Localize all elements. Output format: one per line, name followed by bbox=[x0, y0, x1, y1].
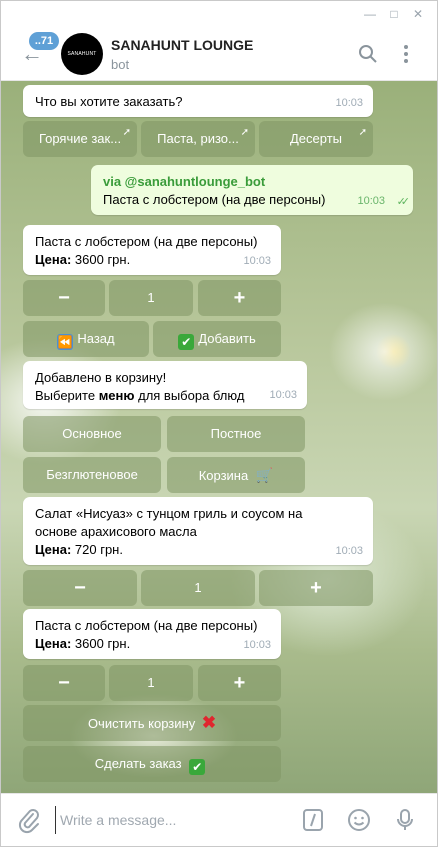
message-text: Выберите bbox=[35, 388, 99, 403]
message-composer bbox=[1, 793, 437, 846]
quantity-value[interactable]: 1 bbox=[141, 570, 255, 606]
decrease-button[interactable]: − bbox=[23, 665, 105, 701]
paperclip-icon[interactable] bbox=[17, 806, 41, 834]
quantity-value[interactable]: 1 bbox=[109, 280, 193, 316]
message-input[interactable] bbox=[55, 806, 285, 834]
message-time: 10:03 bbox=[243, 639, 271, 651]
double-check-icon: ✓✓ bbox=[396, 196, 411, 208]
message-time: 10:03 bbox=[335, 97, 363, 109]
button-label: Добавить bbox=[198, 331, 256, 346]
outgoing-message: via @sanahuntlounge_bot Паста с лобстеро… bbox=[91, 165, 413, 215]
telegram-window: — □ ✕ ← ..71 SANAHUNT LOUNGE SANAHUNT LO… bbox=[0, 0, 438, 847]
message-text: для выбора блюд bbox=[134, 388, 245, 403]
unread-badge: ..71 bbox=[29, 32, 59, 50]
maximize-button[interactable]: □ bbox=[387, 7, 401, 21]
button-label: Горячие зак... bbox=[38, 131, 122, 146]
price-label: Цена: bbox=[35, 252, 72, 267]
decrease-button[interactable]: − bbox=[23, 570, 137, 606]
button-label: Паста, ризо... bbox=[157, 131, 239, 146]
message-text-bold: меню bbox=[98, 388, 135, 403]
red-cross-icon: ✖ bbox=[201, 713, 217, 732]
menu-button-pasta[interactable]: Паста, ризо... ➚ bbox=[141, 121, 255, 157]
price-value: 720 грн. bbox=[71, 542, 123, 557]
chat-header: ← ..71 SANAHUNT LOUNGE SANAHUNT LOUNGE b… bbox=[1, 27, 437, 81]
add-button[interactable]: ✔ Добавить bbox=[153, 321, 281, 357]
message-time: 10:03 bbox=[269, 389, 297, 401]
decrease-button[interactable]: − bbox=[23, 280, 105, 316]
menu-button-hot[interactable]: Горячие зак... ➚ bbox=[23, 121, 137, 157]
increase-button[interactable]: + bbox=[259, 570, 373, 606]
button-label: Назад bbox=[77, 331, 115, 346]
price-value: 3600 грн. bbox=[71, 252, 131, 267]
check-mark-icon: ✔ bbox=[178, 334, 195, 350]
via-bot-label[interactable]: via @sanahuntlounge_bot bbox=[103, 173, 401, 191]
rewind-icon: ⏪ bbox=[57, 334, 74, 350]
share-arrow-icon: ➚ bbox=[358, 127, 367, 138]
chat-title[interactable]: SANAHUNT LOUNGE bbox=[111, 37, 253, 53]
price-label: Цена: bbox=[35, 636, 72, 651]
share-arrow-icon: ➚ bbox=[240, 127, 249, 138]
dish-title: Паста с лобстером (на две персоны) bbox=[35, 618, 258, 633]
quantity-value[interactable]: 1 bbox=[109, 665, 193, 701]
button-label: Корзина bbox=[198, 468, 249, 483]
message-time: 10:03 bbox=[243, 255, 271, 267]
cart-button[interactable]: Корзина 🛒 bbox=[167, 457, 305, 493]
price-label: Цена: bbox=[35, 542, 72, 557]
clear-cart-button[interactable]: Очистить корзину ✖ bbox=[23, 705, 281, 741]
message-time: 10:03 bbox=[335, 545, 363, 557]
menu-button-desserts[interactable]: Десерты ➚ bbox=[259, 121, 373, 157]
dish-message: Паста с лобстером (на две персоны) Цена:… bbox=[23, 609, 281, 659]
search-icon[interactable] bbox=[357, 43, 379, 65]
dish-title: Паста с лобстером (на две персоны) bbox=[35, 234, 258, 249]
category-main-button[interactable]: Основное bbox=[23, 416, 161, 452]
bot-message: Добавлено в корзину! Выберите меню для в… bbox=[23, 361, 307, 409]
smiley-icon[interactable] bbox=[347, 808, 371, 832]
increase-button[interactable]: + bbox=[198, 280, 281, 316]
dish-message: Салат «Нисуаз» с тунцом гриль и соусом н… bbox=[23, 497, 373, 565]
share-arrow-icon: ➚ bbox=[122, 127, 131, 138]
back-button[interactable]: ⏪ Назад bbox=[23, 321, 149, 357]
button-label: Десерты bbox=[289, 131, 342, 146]
price-value: 3600 грн. bbox=[71, 636, 131, 651]
dish-message: Паста с лобстером (на две персоны) Цена:… bbox=[23, 225, 281, 275]
minimize-button[interactable]: — bbox=[363, 7, 377, 21]
dish-title: Салат «Нисуаз» с тунцом гриль и соусом н… bbox=[35, 506, 303, 539]
category-gluten-free-button[interactable]: Безглютеновое bbox=[23, 457, 161, 493]
message-text: Добавлено в корзину! bbox=[35, 370, 167, 385]
bot-message: Что вы хотите заказать? 10:03 bbox=[23, 85, 373, 117]
more-vertical-icon[interactable] bbox=[395, 43, 417, 65]
message-list[interactable]: Что вы хотите заказать? 10:03 Горячие за… bbox=[1, 81, 437, 793]
increase-button[interactable]: + bbox=[198, 665, 281, 701]
place-order-button[interactable]: Сделать заказ ✔ bbox=[23, 746, 281, 782]
message-text: Паста с лобстером (на две персоны) bbox=[103, 192, 326, 207]
title-bar: — □ ✕ bbox=[1, 1, 437, 27]
category-lent-button[interactable]: Постное bbox=[167, 416, 305, 452]
message-text: Что вы хотите заказать? bbox=[35, 94, 183, 109]
check-mark-icon: ✔ bbox=[189, 759, 206, 775]
message-time: 10:03 bbox=[357, 195, 385, 207]
chat-subtitle: bot bbox=[111, 57, 130, 72]
microphone-icon[interactable] bbox=[393, 808, 417, 832]
shopping-cart-icon: 🛒 bbox=[255, 467, 274, 483]
avatar[interactable]: SANAHUNT LOUNGE bbox=[61, 33, 103, 75]
button-label: Очистить корзину bbox=[87, 716, 196, 731]
slash-command-icon[interactable] bbox=[301, 808, 325, 832]
button-label: Сделать заказ bbox=[94, 756, 182, 771]
close-button[interactable]: ✕ bbox=[411, 7, 425, 21]
